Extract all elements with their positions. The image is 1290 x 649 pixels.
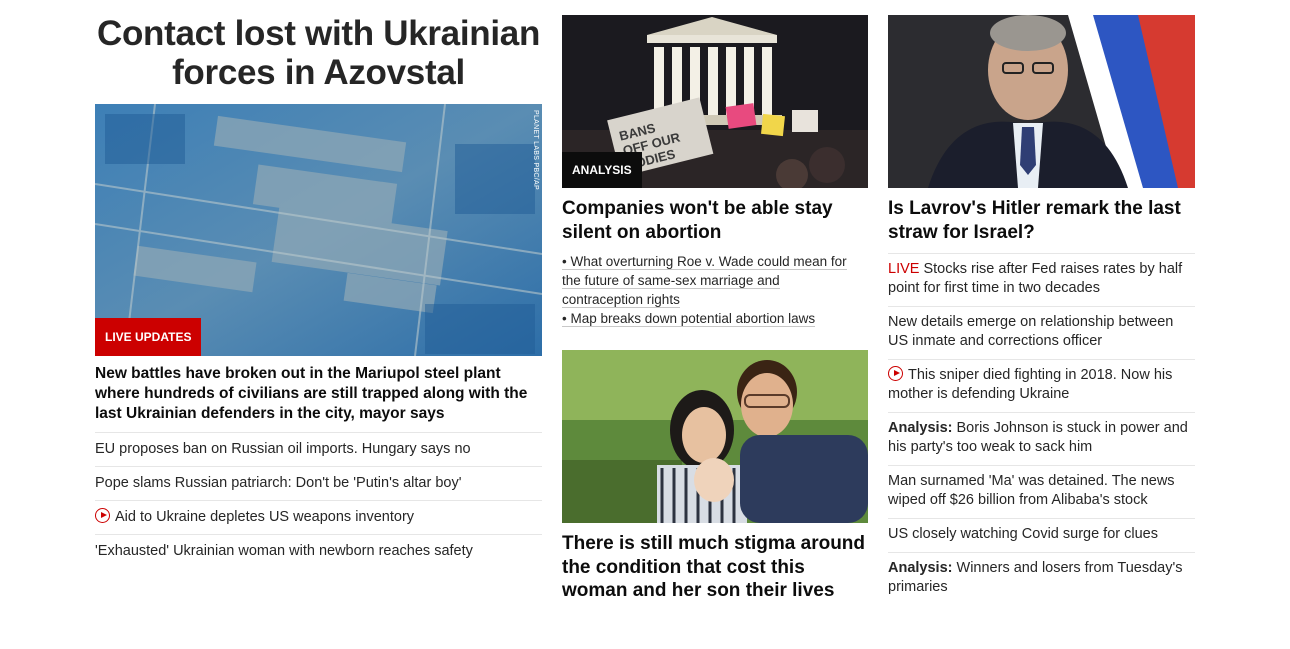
list-item[interactable]: New details emerge on relationship betwe… <box>888 306 1195 359</box>
analysis-label: Analysis: <box>888 420 953 436</box>
image-credit: PLANET LABS PBC/AP <box>532 110 539 190</box>
analysis-badge[interactable]: ANALYSIS <box>562 152 642 188</box>
family-selfie-image[interactable] <box>562 350 868 523</box>
list-item[interactable]: EU proposes ban on Russian oil imports. … <box>95 432 542 466</box>
stigma-story-title[interactable]: There is still much stigma around the co… <box>562 532 868 603</box>
list-item[interactable]: LIVE Stocks rise after Fed raises rates … <box>888 253 1195 306</box>
satellite-image[interactable]: PLANET LABS PBC/AP LIVE UPDATES <box>95 104 542 356</box>
list-item[interactable]: 'Exhausted' Ukrainian woman with newborn… <box>95 534 542 568</box>
abortion-related-links: • What overturning Roe v. Wade could mea… <box>562 252 868 328</box>
play-video-icon <box>95 508 110 523</box>
related-links-list: EU proposes ban on Russian oil imports. … <box>95 432 542 568</box>
live-updates-badge[interactable]: LIVE UPDATES <box>95 318 202 356</box>
abortion-story-title[interactable]: Companies won't be able stay silent on a… <box>562 197 868 244</box>
main-headline[interactable]: Contact lost with Ukrainian forces in Az… <box>95 14 542 92</box>
main-story-column: Contact lost with Ukrainian forces in Az… <box>95 0 542 568</box>
right-column: Is Lavrov's Hitler remark the last straw… <box>888 0 1195 605</box>
play-video-icon <box>888 366 903 381</box>
related-link[interactable]: the future of same-sex marriage and <box>562 271 868 290</box>
list-item[interactable]: Man surnamed 'Ma' was detained. The news… <box>888 465 1195 518</box>
related-link[interactable]: contraception rights <box>562 290 868 309</box>
list-item[interactable]: Pope slams Russian patriarch: Don't be '… <box>95 466 542 500</box>
analysis-label: Analysis: <box>888 560 953 576</box>
middle-column: BANS OFF OUR BODIES ANALYSIS Companies w… <box>562 0 868 603</box>
list-item[interactable]: This sniper died fighting in 2018. Now h… <box>888 359 1195 412</box>
list-item[interactable]: US closely watching Covid surge for clue… <box>888 518 1195 552</box>
lavrov-story-title[interactable]: Is Lavrov's Hitler remark the last straw… <box>888 197 1195 244</box>
related-link[interactable]: • What overturning Roe v. Wade could mea… <box>562 252 868 271</box>
lavrov-photo-illustration <box>888 15 1195 188</box>
list-item[interactable]: Aid to Ukraine depletes US weapons inven… <box>95 500 542 534</box>
family-photo-illustration <box>562 350 868 523</box>
list-item[interactable]: Analysis: Winners and losers from Tuesda… <box>888 552 1195 605</box>
live-label: LIVE <box>888 261 920 277</box>
related-link[interactable]: • Map breaks down potential abortion law… <box>562 309 868 328</box>
top-stories-list: LIVE Stocks rise after Fed raises rates … <box>888 253 1195 605</box>
list-item[interactable]: Analysis: Boris Johnson is stuck in powe… <box>888 412 1195 465</box>
supreme-court-protest-image[interactable]: BANS OFF OUR BODIES ANALYSIS <box>562 15 868 188</box>
lavrov-image[interactable] <box>888 15 1195 188</box>
lead-story-title[interactable]: New battles have broken out in the Mariu… <box>95 364 542 432</box>
